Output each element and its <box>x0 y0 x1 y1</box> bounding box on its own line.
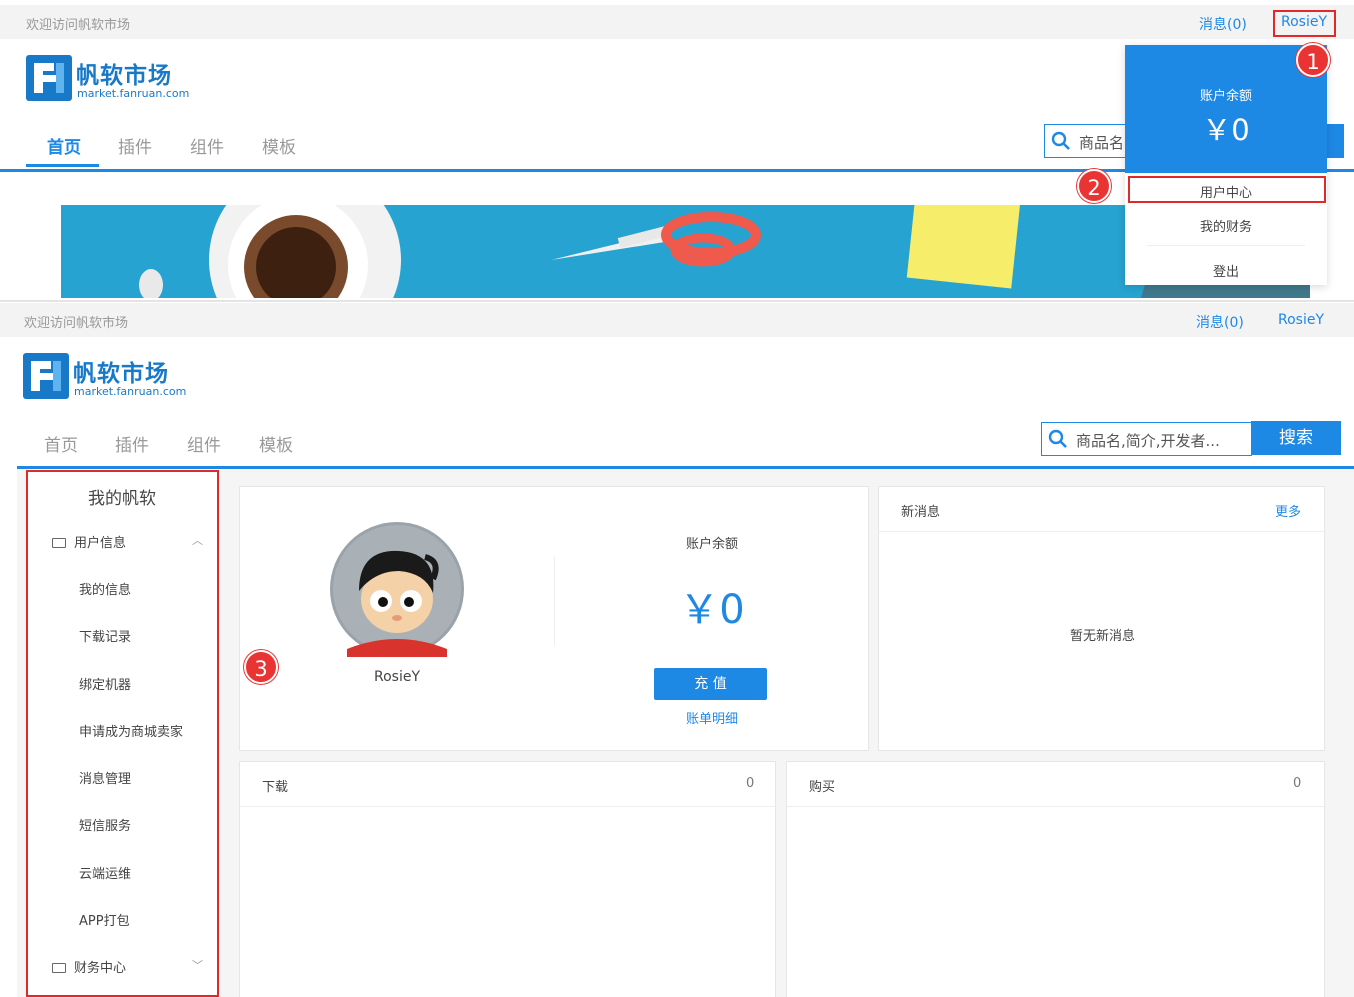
nav-plugins-2[interactable]: 插件 <box>115 431 149 456</box>
top-bar-2: 欢迎访问帆软市场 消息(0) RosieY <box>0 303 1354 337</box>
profile-card: RosieY 账户余额 ￥0 账单明细 <box>239 486 869 751</box>
search-button[interactable]: 搜索 <box>1251 421 1341 455</box>
purchases-card-title: 购买 <box>809 780 836 795</box>
top-bar: 欢迎访问帆软市场 消息(0) RosieY <box>0 5 1354 39</box>
logo-mark-icon <box>26 55 72 101</box>
highlight-username <box>1273 10 1336 37</box>
dropdown-logout[interactable]: 登出 <box>1125 261 1327 280</box>
welcome-text: 欢迎访问帆软市场 <box>26 18 131 33</box>
messages-card: 新消息 更多 暂无新消息 <box>878 486 1326 751</box>
user-dropdown: 账户余额 ￥0 用户中心 我的财务 登出 <box>1125 45 1327 285</box>
welcome-text-2: 欢迎访问帆软市场 <box>24 316 129 331</box>
messages-empty-text: 暂无新消息 <box>1069 629 1135 644</box>
search-placeholder-partial: 商品名 <box>1079 134 1125 152</box>
logo[interactable]: 帆软市场 market.fanruan.com <box>26 55 196 105</box>
search-placeholder: 商品名,简介,开发者... <box>1076 432 1220 450</box>
downloads-card: 下载 0 <box>239 761 777 997</box>
messages-link-2[interactable]: 消息(0) <box>1196 312 1244 332</box>
screenshot-separator <box>0 300 1354 302</box>
profile-balance-amount: ￥0 <box>679 587 745 633</box>
profile-divider <box>554 557 555 645</box>
dropdown-separator <box>1147 245 1305 246</box>
nav-home[interactable]: 首页 <box>47 133 81 158</box>
logo-mark-icon <box>23 353 69 399</box>
step-badge-2: 2 <box>1077 169 1111 203</box>
dropdown-balance-label: 账户余额 <box>1199 89 1252 104</box>
downloads-count: 0 <box>746 776 755 791</box>
search-input-2[interactable]: 商品名,简介,开发者... <box>1041 422 1252 456</box>
messages-more-link[interactable]: 更多 <box>1275 501 1301 520</box>
logo-name: 帆软市场 <box>76 63 172 89</box>
nav-home-2[interactable]: 首页 <box>44 431 78 456</box>
nav-active-underline <box>26 164 99 167</box>
logo-name-2: 帆软市场 <box>73 361 169 387</box>
logo-2[interactable]: 帆软市场 market.fanruan.com <box>23 353 193 403</box>
step-badge-3: 3 <box>244 650 278 684</box>
downloads-card-title: 下载 <box>262 780 289 795</box>
dropdown-balance-amount: ￥0 <box>1202 113 1250 147</box>
profile-balance-label: 账户余额 <box>685 537 738 552</box>
search-icon <box>1051 131 1070 150</box>
messages-card-title: 新消息 <box>901 505 941 520</box>
banner-image[interactable] <box>61 205 1310 298</box>
nav-templates[interactable]: 模板 <box>262 133 296 158</box>
highlight-sidebar <box>26 470 219 997</box>
purchases-count: 0 <box>1293 776 1302 791</box>
nav-components[interactable]: 组件 <box>190 133 224 158</box>
downloads-card-divider <box>240 806 777 807</box>
nav-components-2[interactable]: 组件 <box>187 431 221 456</box>
nav-plugins[interactable]: 插件 <box>118 133 152 158</box>
profile-username: RosieY <box>373 669 420 685</box>
bill-detail-link[interactable]: 账单明细 <box>654 708 770 727</box>
username-link-2[interactable]: RosieY <box>1278 312 1324 328</box>
banner-illustration <box>61 205 1310 298</box>
highlight-user-center <box>1128 176 1326 203</box>
search-icon <box>1048 429 1067 448</box>
messages-card-divider <box>879 531 1326 532</box>
dropdown-my-finance[interactable]: 我的财务 <box>1125 216 1327 235</box>
logo-domain: market.fanruan.com <box>77 87 190 100</box>
nav-templates-2[interactable]: 模板 <box>259 431 293 456</box>
messages-link[interactable]: 消息(0) <box>1199 14 1247 34</box>
avatar[interactable] <box>329 521 465 657</box>
recharge-button[interactable]: 充 值 <box>654 668 767 700</box>
purchases-card-divider <box>787 806 1326 807</box>
purchases-card: 购买 0 <box>786 761 1326 997</box>
search-input[interactable]: 商品名 <box>1044 124 1134 158</box>
logo-domain-2: market.fanruan.com <box>74 385 187 398</box>
step-badge-1: 1 <box>1296 43 1330 77</box>
